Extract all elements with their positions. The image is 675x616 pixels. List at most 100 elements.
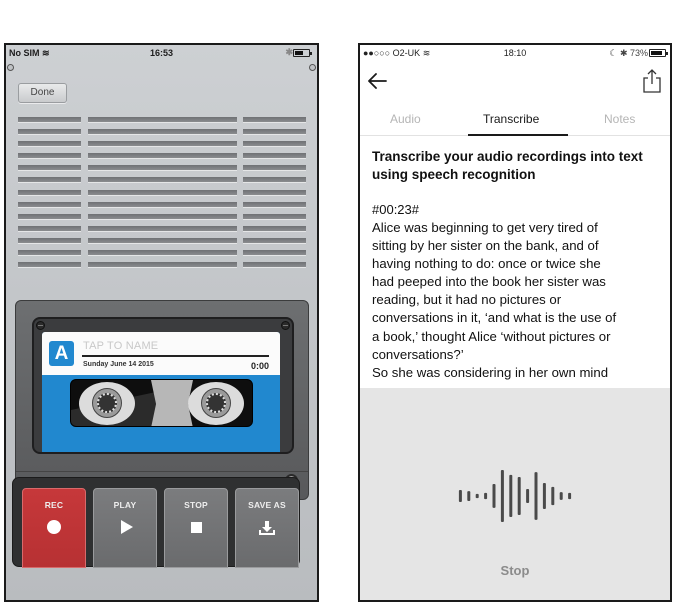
stop-button[interactable]: STOP: [164, 488, 228, 568]
tab-audio[interactable]: Audio: [390, 112, 421, 126]
waveform-bar: [559, 492, 563, 500]
status-bar: ●●○○○ O2-UK ≋ 18:10 ☾ ✱ 73%: [360, 45, 670, 61]
grille-slot: [18, 189, 81, 196]
grille-slot: [18, 237, 81, 244]
grille-slot: [18, 225, 81, 232]
grille-slot: [18, 213, 81, 220]
status-bar: No SIM ≋ 16:53 ✱: [6, 45, 317, 61]
grille-row: [18, 213, 308, 225]
grille-row: [18, 128, 308, 140]
waveform-bar: [467, 491, 471, 501]
recording-duration: 0:00: [250, 361, 269, 371]
tab-transcribe[interactable]: Transcribe: [483, 112, 539, 126]
status-indicators: ☾ ✱ 73%: [609, 48, 648, 58]
cassette-label: A TAP TO NAME Sunday June 14 2015 0:00: [42, 332, 280, 375]
grille-slot: [243, 213, 306, 220]
grille-slot: [243, 250, 306, 257]
grille-slot: [88, 165, 237, 172]
tab-bar: Audio Transcribe Notes: [360, 105, 670, 136]
grille-slot: [243, 201, 306, 208]
stop-button[interactable]: Stop: [360, 563, 670, 578]
screw-icon: [281, 321, 290, 330]
grille-slot: [18, 262, 81, 269]
grille-row: [18, 201, 308, 213]
grille-row: [18, 237, 308, 249]
recording-panel: Stop: [360, 388, 670, 600]
grille-row: [18, 164, 308, 176]
waveform-bar: [500, 470, 504, 522]
rec-button[interactable]: REC: [22, 488, 86, 568]
transcript-line: a book,’ thought Alice ‘without pictures…: [372, 328, 611, 344]
grille-slot: [243, 117, 306, 123]
grille-slot: [88, 213, 237, 220]
grille-slot: [18, 129, 81, 136]
grille-slot: [88, 177, 237, 184]
battery-icon: [649, 49, 668, 57]
grille-slot: [18, 165, 81, 172]
grille-slot: [243, 189, 306, 196]
grille-slot: [243, 141, 306, 148]
screw-icon: [7, 64, 14, 71]
waveform-bar: [492, 484, 496, 508]
transcript-line: had peeped into the book her sister was: [372, 274, 606, 290]
grille-slot: [88, 201, 237, 208]
grille-row: [18, 261, 308, 273]
play-button[interactable]: PLAY: [93, 488, 157, 568]
screw-icon: [309, 64, 316, 71]
grille-slot: [18, 201, 81, 208]
transcript-line: having nothing to do: once or twice she: [372, 256, 601, 272]
grille-slot: [88, 189, 237, 196]
waveform-bar: [517, 477, 521, 515]
grille-slot: [18, 117, 81, 123]
transcript-line: conversations in it, ‘and what is the us…: [372, 310, 617, 326]
grille-slot: [18, 141, 81, 148]
share-icon[interactable]: [642, 68, 662, 94]
grille-slot: [18, 250, 81, 257]
tab-notes[interactable]: Notes: [604, 112, 635, 126]
transcript-content[interactable]: Transcribe your audio recordings into te…: [372, 148, 662, 382]
side-badge: A: [49, 341, 74, 366]
waveform-bar: [542, 483, 546, 509]
record-icon: [47, 520, 61, 534]
grille-row: [18, 249, 308, 261]
grille-row: [18, 189, 308, 201]
waveform-bar: [551, 486, 555, 506]
transcribe-screen: ●●○○○ O2-UK ≋ 18:10 ☾ ✱ 73% Audio Transc…: [358, 43, 672, 602]
cassette-tape: A TAP TO NAME Sunday June 14 2015 0:00: [42, 332, 280, 452]
recording-name-field[interactable]: TAP TO NAME: [83, 340, 158, 352]
grille-slot: [243, 129, 306, 136]
grille-slot: [243, 165, 306, 172]
play-icon: [121, 520, 133, 534]
waveform-bar: [475, 493, 479, 499]
stop-icon: [190, 522, 202, 533]
status-time: 16:53: [149, 48, 174, 58]
tape-window: [70, 379, 253, 427]
transcript-line: reading, but it had no pictures or: [372, 292, 562, 308]
grille-row: [18, 176, 308, 188]
grille-slot: [88, 141, 237, 148]
save-as-button[interactable]: SAVE AS: [235, 488, 299, 568]
page-heading: Transcribe your audio recordings into te…: [372, 149, 643, 182]
transcript-line: conversations?’: [372, 346, 464, 362]
grille-slot: [88, 129, 237, 136]
waveform-bar: [458, 490, 462, 502]
done-button[interactable]: Done: [18, 83, 67, 103]
grille-slot: [88, 153, 237, 160]
back-arrow-icon[interactable]: [366, 70, 388, 92]
grille-slot: [88, 225, 237, 232]
grille-slot: [243, 153, 306, 160]
grille-slot: [243, 237, 306, 244]
grille-row: [18, 152, 308, 164]
waveform-bar: [526, 489, 530, 503]
grille-slot: [243, 225, 306, 232]
grille-slot: [88, 250, 237, 257]
grille-slot: [243, 262, 306, 269]
transcript-line: sitting by her sister on the bank, and o…: [372, 238, 599, 254]
speaker-grille: [18, 116, 308, 273]
left-reel-icon: [79, 382, 135, 425]
right-reel-icon: [188, 382, 244, 425]
transcript-text: Alice was beginning to get very tired of…: [372, 219, 662, 382]
grille-slot: [243, 177, 306, 184]
grille-slot: [18, 153, 81, 160]
transcript-timestamp: #00:23#: [372, 202, 419, 217]
